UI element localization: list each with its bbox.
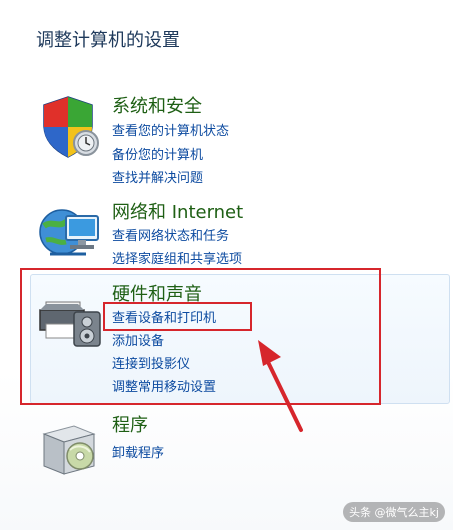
watermark-text: 头条 @微气么主kj [343,502,445,522]
annotation-arrow [258,340,303,432]
